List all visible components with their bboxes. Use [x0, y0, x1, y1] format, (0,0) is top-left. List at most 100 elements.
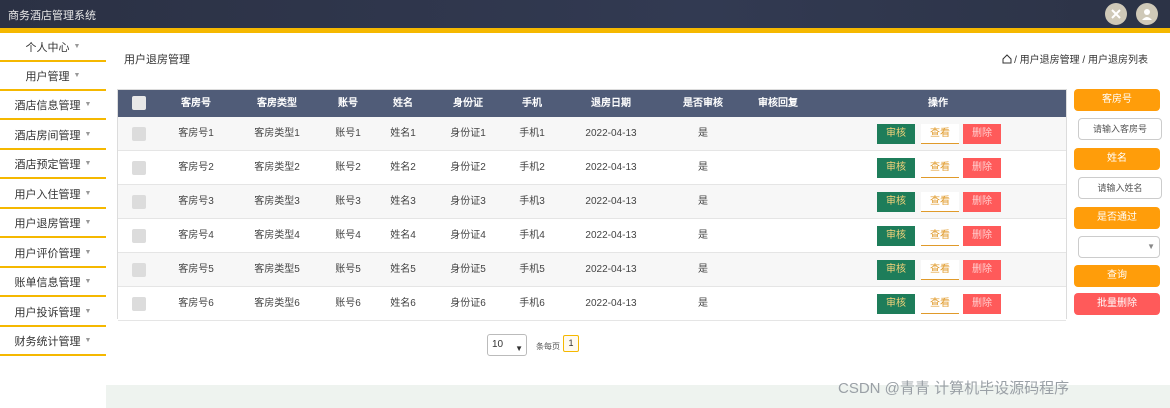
settings-icon[interactable] [1105, 3, 1127, 25]
cell-account: 账号6 [335, 298, 361, 309]
col-header-room[interactable]: 客房号 [168, 90, 224, 117]
room-search-label: 客房号 [1074, 89, 1160, 111]
batch-delete-button[interactable]: 批量删除 [1074, 293, 1160, 315]
col-header-type[interactable]: 客房类型 [244, 90, 310, 117]
cell-name: 姓名3 [390, 196, 416, 207]
col-header-account[interactable]: 账号 [326, 90, 370, 117]
cell-date: 2022-04-13 [585, 162, 637, 173]
cell-id: 身份证4 [450, 230, 486, 241]
cell-id: 身份证3 [450, 196, 486, 207]
sidebar-item-rooms[interactable]: 酒店房间管理 ▼ [0, 121, 106, 150]
chevron-down-icon: ▼ [1147, 242, 1155, 251]
view-button[interactable]: 查看 [921, 158, 959, 178]
cell-name: 姓名4 [390, 230, 416, 241]
cell-date: 2022-04-13 [585, 298, 637, 309]
page-number-button[interactable]: 1 [563, 335, 579, 352]
delete-button[interactable]: 删除 [963, 260, 1001, 280]
cell-phone: 手机3 [519, 196, 545, 207]
col-header-id[interactable]: 身份证 [440, 90, 496, 117]
sidebar-item-finance[interactable]: 财务统计管理 ▼ [0, 327, 106, 356]
sidebar-item-profile[interactable]: 个人中心 ▼ [0, 33, 106, 62]
chevron-down-icon: ▼ [84, 249, 92, 256]
row-checkbox[interactable] [132, 297, 146, 311]
cell-type: 客房类型1 [254, 128, 300, 139]
sidebar-item-complaints[interactable]: 用户投诉管理 ▼ [0, 298, 106, 327]
view-button[interactable]: 查看 [921, 226, 959, 246]
cell-reply [748, 219, 808, 253]
table-header: 客房号 客房类型 账号 姓名 身份证 手机 退房日期 是否审核 审核回复 操作 [118, 90, 1066, 117]
sidebar-item-label: 账单信息管理 [14, 276, 81, 289]
audit-button[interactable]: 审核 [877, 158, 915, 178]
sidebar-item-checkout[interactable]: 用户退房管理 ▼ [0, 209, 106, 238]
row-checkbox[interactable] [132, 127, 146, 141]
select-all-checkbox[interactable] [132, 96, 146, 110]
view-button[interactable]: 查看 [921, 192, 959, 212]
col-header-phone[interactable]: 手机 [508, 90, 556, 117]
col-header-audit[interactable]: 是否审核 [672, 90, 734, 117]
col-header-date[interactable]: 退房日期 [578, 90, 644, 117]
sidebar-item-label: 用户入住管理 [14, 188, 81, 201]
cell-audit: 是 [698, 162, 708, 173]
sidebar-item-label: 财务统计管理 [14, 335, 81, 348]
cell-name: 姓名1 [390, 128, 416, 139]
cell-phone: 手机4 [519, 230, 545, 241]
delete-button[interactable]: 删除 [963, 158, 1001, 178]
cell-audit: 是 [698, 230, 708, 241]
sidebar-item-bills[interactable]: 账单信息管理 ▼ [0, 268, 106, 297]
cell-account: 账号5 [335, 264, 361, 275]
cell-reply [748, 151, 808, 185]
home-icon[interactable] [1002, 53, 1012, 64]
col-header-actions: 操作 [928, 98, 948, 109]
sidebar-item-users[interactable]: 用户管理 ▼ [0, 62, 106, 91]
sidebar-item-checkin[interactable]: 用户入住管理 ▼ [0, 180, 106, 209]
sidebar-item-label: 用户管理 [25, 70, 70, 83]
chevron-down-icon: ▼ [84, 308, 92, 315]
view-button[interactable]: 查看 [921, 294, 959, 314]
row-checkbox[interactable] [132, 229, 146, 243]
cell-room: 客房号5 [178, 264, 214, 275]
delete-button[interactable]: 删除 [963, 192, 1001, 212]
name-search-input[interactable]: 请输入姓名 [1078, 177, 1162, 199]
view-button[interactable]: 查看 [921, 260, 959, 280]
sidebar: 个人中心 ▼ 用户管理 ▼ 酒店信息管理 ▼ 酒店房间管理 ▼ 酒店预定管理 ▼ 用户入住… [0, 33, 106, 357]
cell-account: 账号4 [335, 230, 361, 241]
sidebar-item-booking[interactable]: 酒店预定管理 ▼ [0, 150, 106, 179]
cell-reply [748, 287, 808, 321]
audit-button[interactable]: 审核 [877, 192, 915, 212]
app-title: 商务酒店管理系统 [8, 10, 96, 22]
sidebar-item-reviews[interactable]: 用户评价管理 ▼ [0, 239, 106, 268]
page-size-label: 条每页 [536, 342, 560, 351]
delete-button[interactable]: 删除 [963, 226, 1001, 246]
cell-phone: 手机5 [519, 264, 545, 275]
query-button[interactable]: 查询 [1074, 265, 1160, 287]
row-checkbox[interactable] [132, 161, 146, 175]
cell-id: 身份证6 [450, 298, 486, 309]
audit-filter-label: 是否通过 [1074, 207, 1160, 229]
cell-date: 2022-04-13 [585, 230, 637, 241]
sidebar-item-hotel-info[interactable]: 酒店信息管理 ▼ [0, 91, 106, 120]
cell-id: 身份证1 [450, 128, 486, 139]
audit-filter-select[interactable]: ▼ [1078, 236, 1160, 258]
user-avatar-icon[interactable] [1136, 3, 1158, 25]
cell-room: 客房号2 [178, 162, 214, 173]
delete-button[interactable]: 删除 [963, 124, 1001, 144]
room-search-input[interactable]: 请输入客房号 [1078, 118, 1162, 140]
table-row: 客房号4 客房类型4 账号4 姓名4 身份证4 手机4 2022-04-13 是… [118, 219, 1066, 253]
row-checkbox[interactable] [132, 263, 146, 277]
delete-button[interactable]: 删除 [963, 294, 1001, 314]
cell-phone: 手机6 [519, 298, 545, 309]
table-row: 客房号3 客房类型3 账号3 姓名3 身份证3 手机3 2022-04-13 是… [118, 185, 1066, 219]
view-button[interactable]: 查看 [921, 124, 959, 144]
table-row: 客房号6 客房类型6 账号6 姓名6 身份证6 手机6 2022-04-13 是… [118, 287, 1066, 321]
row-checkbox[interactable] [132, 195, 146, 209]
sidebar-item-label: 酒店预定管理 [14, 158, 81, 171]
cell-reply [748, 117, 808, 151]
audit-button[interactable]: 审核 [877, 260, 915, 280]
breadcrumb-path: / 用户退房管理 / 用户退房列表 [1014, 55, 1148, 66]
audit-button[interactable]: 审核 [877, 226, 915, 246]
audit-button[interactable]: 审核 [877, 124, 915, 144]
audit-button[interactable]: 审核 [877, 294, 915, 314]
sidebar-item-label: 用户退房管理 [14, 217, 81, 230]
page-size-select[interactable]: 10 ▼ [487, 334, 527, 356]
col-header-name[interactable]: 姓名 [380, 90, 426, 117]
